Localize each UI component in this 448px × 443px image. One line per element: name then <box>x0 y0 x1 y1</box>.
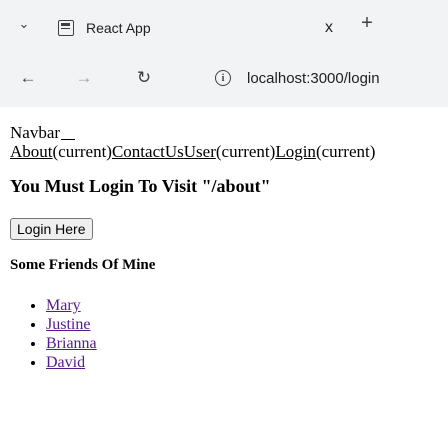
friend-link-justine[interactable]: Justine <box>46 316 90 333</box>
forward-arrow-icon[interactable]: → <box>71 65 97 91</box>
reload-icon[interactable]: ↻ <box>131 65 157 91</box>
url-text[interactable]: localhost:3000/login <box>247 70 380 87</box>
nav-current-marker: (current) <box>315 142 376 161</box>
page-title: You Must Login To Visit "/about" <box>10 176 271 196</box>
list-item: Brianna <box>46 334 448 353</box>
login-button[interactable]: Login Here <box>10 218 93 240</box>
site-info-icon[interactable]: i <box>215 70 231 86</box>
friends-heading: Some Friends Of Mine <box>10 257 156 273</box>
nav-link-login[interactable]: Login <box>275 142 316 161</box>
navbar-brand: Navbar <box>10 123 61 142</box>
friend-link-mary[interactable]: Mary <box>46 297 81 314</box>
page-content: Navbar About(current)ContactUsUser(curre… <box>0 107 448 372</box>
navbar-toggler-icon[interactable] <box>61 130 76 140</box>
nav-link-about[interactable]: About <box>10 142 53 161</box>
friends-list: Mary Justine Brianna David <box>10 296 448 372</box>
address-bar[interactable]: i localhost:3000/login <box>215 64 445 92</box>
nav-current-marker: (current) <box>215 142 276 161</box>
navbar-heading: Navbar <box>10 124 448 142</box>
nav-link-user[interactable]: User <box>184 142 216 161</box>
tab-strip: ⌄ React App x + <box>0 0 448 49</box>
nav-link-contactus[interactable]: ContactUs <box>112 142 184 161</box>
back-arrow-icon[interactable]: ← <box>15 65 41 91</box>
friend-link-david[interactable]: David <box>46 354 85 371</box>
list-item: Justine <box>46 315 448 334</box>
tab-title: React App <box>86 19 151 36</box>
friend-link-brianna[interactable]: Brianna <box>46 335 97 352</box>
browser-toolbar: ← → ↻ i localhost:3000/login <box>0 49 448 107</box>
list-item: Mary <box>46 296 448 315</box>
page-favicon-icon <box>58 19 74 36</box>
browser-chrome: ⌄ React App x + ← → ↻ i localhost:3000/l… <box>0 0 448 107</box>
browser-tab[interactable]: React App x <box>52 6 346 49</box>
navbar-links: About(current)ContactUsUser(current)Logi… <box>10 142 448 162</box>
new-tab-button[interactable]: + <box>354 10 380 36</box>
tab-close-button[interactable]: x <box>318 17 340 39</box>
list-item: David <box>46 353 448 372</box>
nav-current-marker: (current) <box>52 142 112 161</box>
tab-search-chevron-down-icon[interactable]: ⌄ <box>12 12 36 36</box>
